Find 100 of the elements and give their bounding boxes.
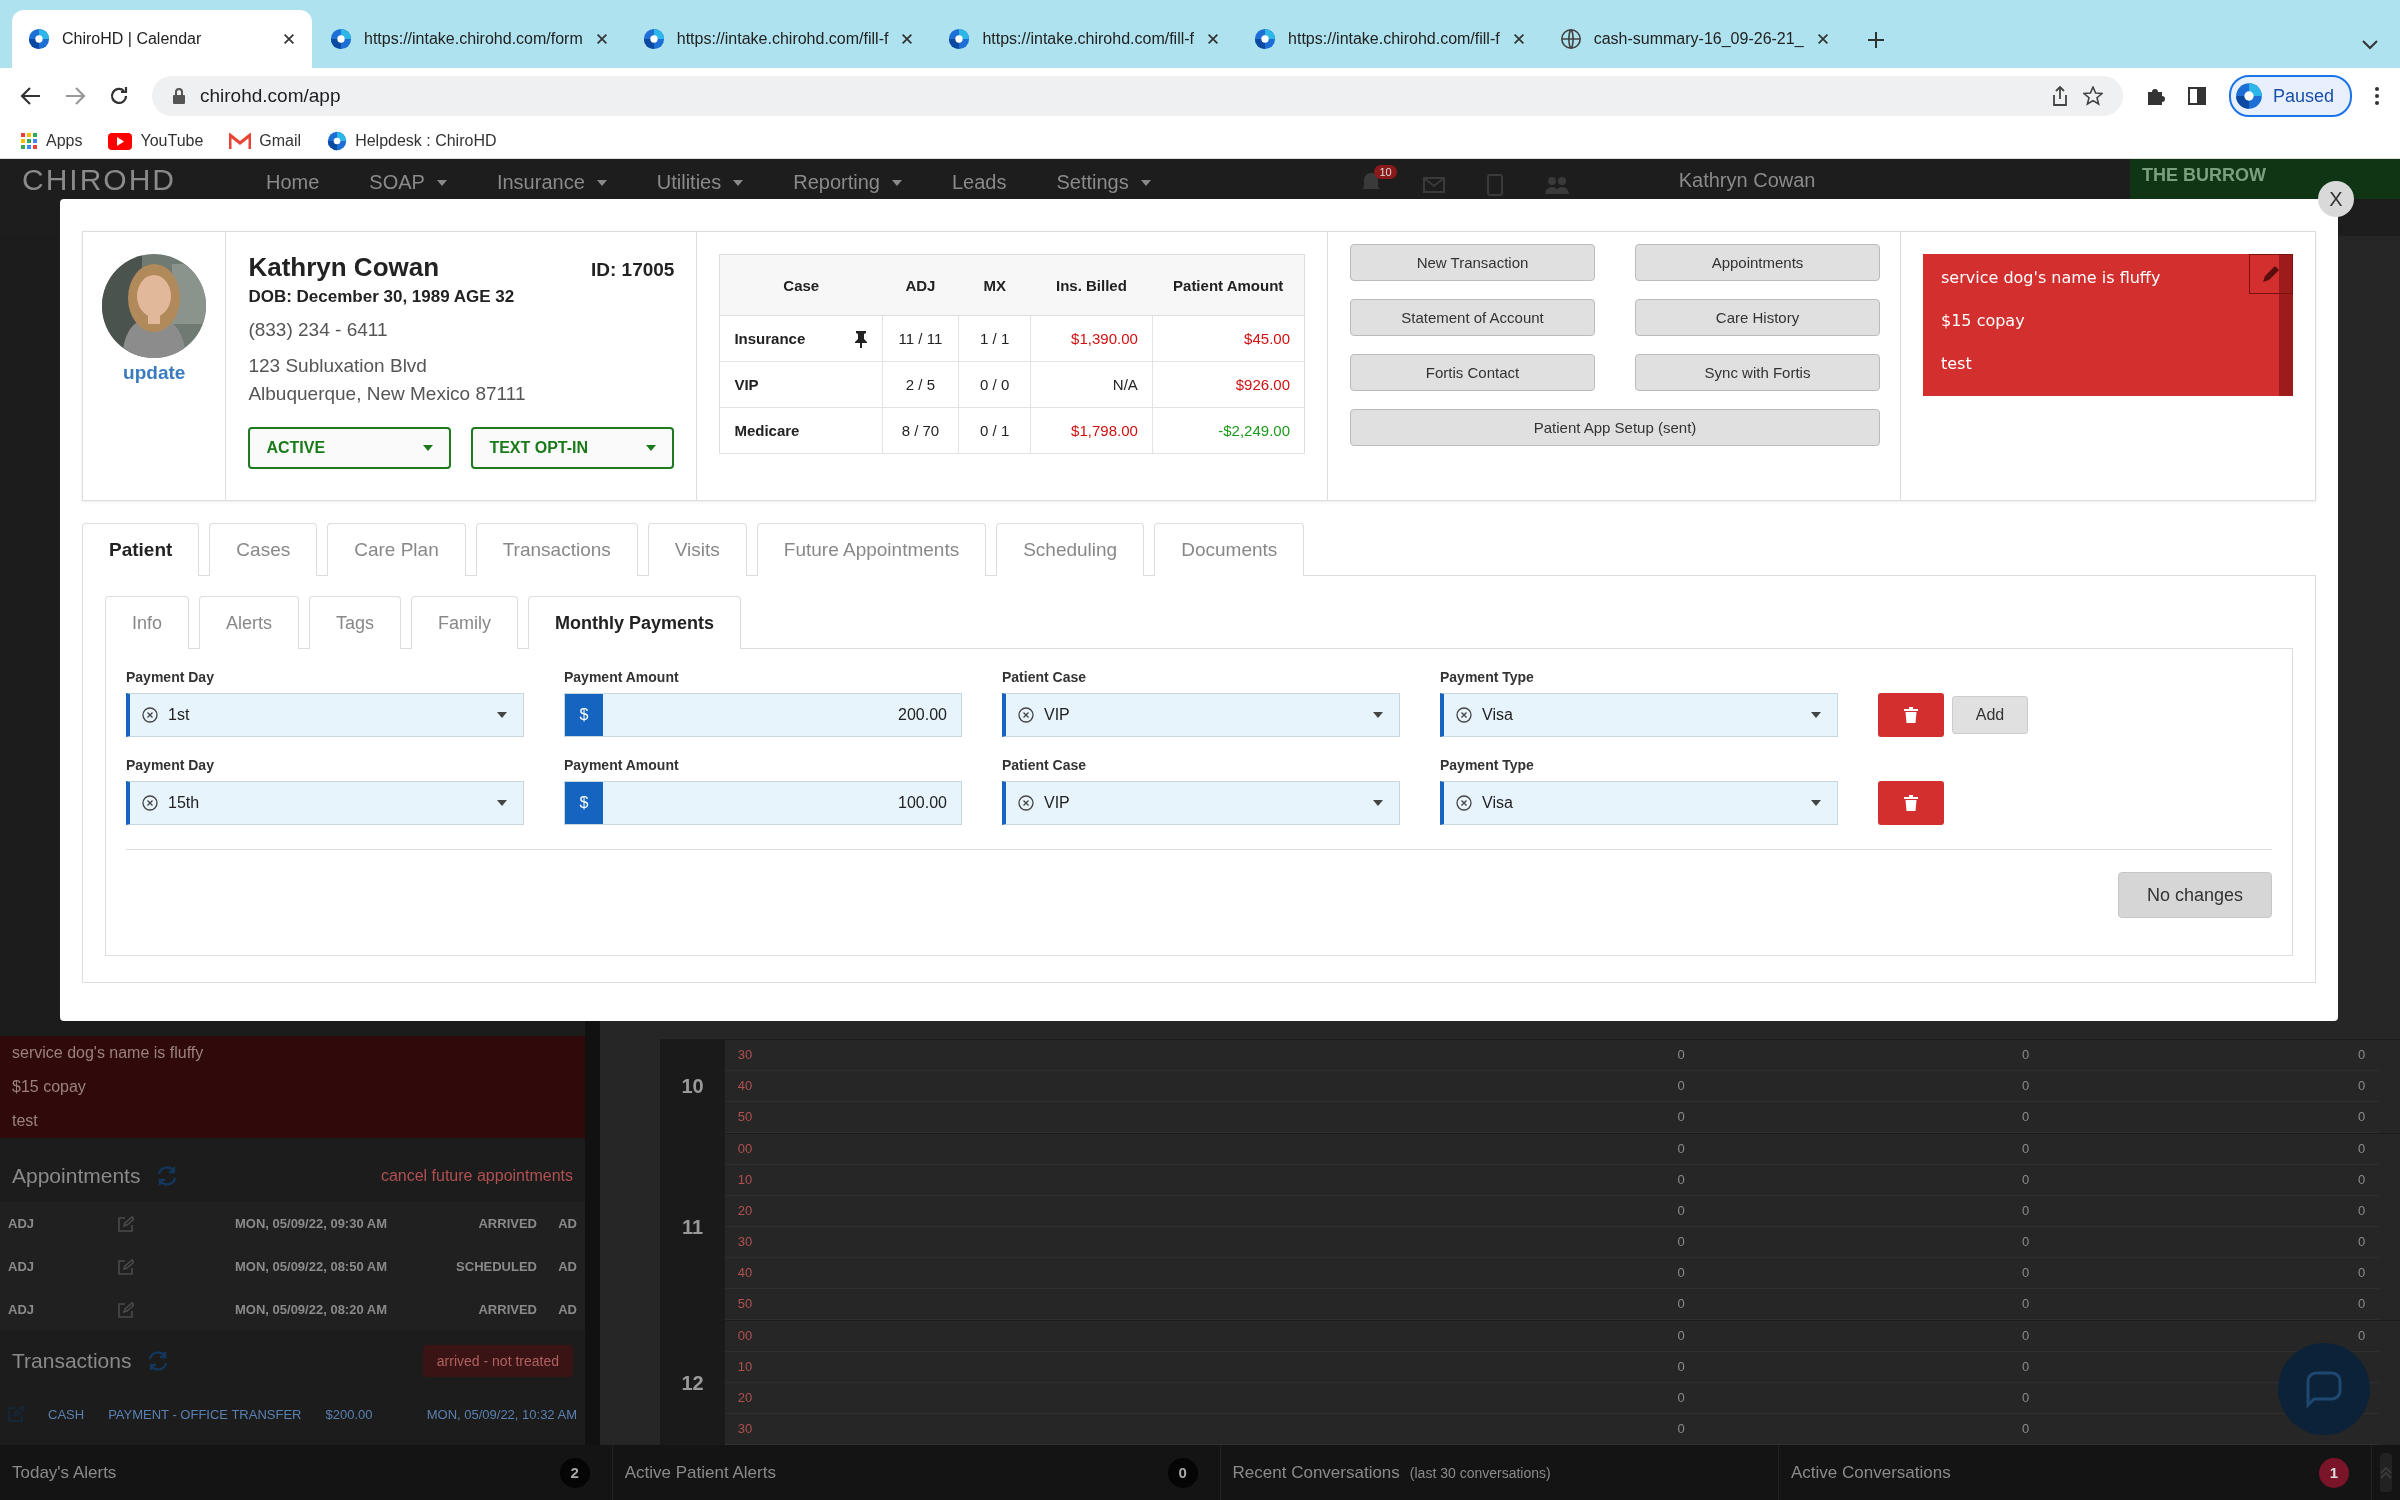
tab[interactable]: Family bbox=[411, 596, 519, 649]
action-button[interactable]: Care History bbox=[1635, 299, 1880, 336]
menu-icon[interactable] bbox=[2374, 86, 2380, 106]
tab[interactable]: Patient bbox=[82, 523, 200, 576]
panel-title[interactable]: Active Conversations bbox=[1791, 1462, 1951, 1483]
panel-title[interactable]: Today's Alerts bbox=[12, 1462, 117, 1483]
amount-field[interactable]: $ 100.00 bbox=[564, 781, 962, 825]
tab[interactable]: Future Appointments bbox=[756, 523, 987, 576]
text-opt-dropdown[interactable]: TEXT OPT-IN bbox=[471, 427, 675, 469]
transaction-description: PAYMENT - OFFICE TRANSFER bbox=[108, 1406, 302, 1422]
reload-icon[interactable] bbox=[108, 85, 130, 107]
chevron-down-icon[interactable] bbox=[2362, 40, 2378, 50]
panel-title[interactable]: Active Patient Alerts bbox=[624, 1462, 776, 1483]
close-icon[interactable] bbox=[282, 32, 296, 46]
field-label: Patient Case bbox=[1002, 669, 1088, 685]
select-field[interactable]: 15th bbox=[126, 781, 524, 825]
alert-note[interactable]: service dog's name is fluffy $15 copay test bbox=[1923, 254, 2293, 396]
action-button[interactable]: Sync with Fortis bbox=[1635, 354, 1880, 391]
tab[interactable]: Info bbox=[105, 596, 190, 649]
bookmark[interactable]: Gmail bbox=[229, 132, 302, 150]
amount-field[interactable]: $ 200.00 bbox=[564, 693, 962, 737]
action-button[interactable]: New Transaction bbox=[1350, 244, 1595, 281]
bookmark[interactable]: Helpdesk : ChiroHD bbox=[327, 131, 497, 151]
action-button[interactable]: Appointments bbox=[1635, 244, 1880, 281]
nav-item[interactable]: Insurance bbox=[496, 165, 607, 194]
note-line: test bbox=[12, 1112, 39, 1130]
address-field[interactable]: chirohd.com/app bbox=[152, 76, 2123, 116]
close-icon[interactable] bbox=[1511, 32, 1526, 46]
column-header: Ins. Billed bbox=[1030, 254, 1153, 316]
browser-tab[interactable]: https://intake.chirohd.com/fill-f bbox=[1238, 10, 1542, 68]
nav-item[interactable]: SOAP bbox=[369, 165, 447, 194]
clear-icon[interactable] bbox=[1018, 707, 1034, 723]
nav-item[interactable]: Leads bbox=[951, 165, 1007, 194]
close-icon[interactable] bbox=[1815, 32, 1830, 46]
bookmark[interactable]: Apps bbox=[20, 132, 83, 150]
slot-count: 0 bbox=[1676, 1295, 1686, 1313]
action-button[interactable]: Statement of Account bbox=[1350, 299, 1595, 336]
appointment-type: ADJ bbox=[8, 1302, 35, 1317]
minute-label: 20 bbox=[736, 1202, 754, 1220]
table-cell: 1 / 1 bbox=[958, 315, 1031, 362]
nav-item[interactable]: Utilities bbox=[656, 165, 744, 194]
delete-button[interactable] bbox=[1878, 693, 1944, 737]
tab[interactable]: Care Plan bbox=[327, 523, 466, 576]
clear-icon[interactable] bbox=[1018, 795, 1034, 811]
tab[interactable]: Transactions bbox=[475, 523, 638, 576]
close-icon[interactable] bbox=[594, 32, 609, 46]
browser-tab[interactable]: cash-summary-16_09-26-21_ bbox=[1543, 10, 1846, 68]
clear-icon[interactable] bbox=[1456, 795, 1472, 811]
browser-tab[interactable]: https://intake.chirohd.com/fill-f bbox=[932, 10, 1237, 68]
slot-count: 0 bbox=[2020, 1140, 2031, 1158]
tab[interactable]: Alerts bbox=[199, 596, 300, 649]
action-button[interactable]: Fortis Contact bbox=[1350, 354, 1595, 391]
profile-button[interactable]: Paused bbox=[2228, 75, 2352, 117]
tab[interactable]: Scheduling bbox=[996, 523, 1145, 576]
tab[interactable]: Tags bbox=[309, 596, 402, 649]
clear-icon[interactable] bbox=[142, 707, 158, 723]
browser-tab[interactable]: https://intake.chirohd.com/fill-f bbox=[626, 10, 931, 68]
add-button[interactable]: Add bbox=[1952, 696, 2028, 734]
slot-count: 0 bbox=[1676, 1327, 1686, 1345]
forward-icon[interactable] bbox=[64, 85, 86, 107]
nav-item[interactable]: Reporting bbox=[793, 165, 902, 194]
close-icon[interactable] bbox=[1206, 32, 1221, 46]
appointment-type: ADJ bbox=[8, 1216, 35, 1231]
star-icon[interactable] bbox=[2082, 86, 2103, 106]
sidebar-icon[interactable] bbox=[2186, 86, 2207, 106]
column-header: Patient Amount bbox=[1152, 254, 1305, 316]
status-button[interactable]: arrived - not treated bbox=[422, 1345, 573, 1377]
status-dropdown[interactable]: ACTIVE bbox=[248, 427, 452, 469]
select-field[interactable]: Visa bbox=[1440, 693, 1838, 737]
tab[interactable]: Documents bbox=[1154, 523, 1305, 576]
action-button[interactable]: Patient App Setup (sent) bbox=[1350, 409, 1880, 446]
select-field[interactable]: 1st bbox=[126, 693, 524, 737]
nav-item[interactable]: Settings bbox=[1056, 165, 1151, 194]
new-tab-icon[interactable] bbox=[1865, 30, 1886, 50]
minute-label: 30 bbox=[736, 1233, 754, 1251]
select-field[interactable]: VIP bbox=[1002, 781, 1400, 825]
share-icon[interactable] bbox=[2050, 86, 2069, 106]
back-icon[interactable] bbox=[20, 85, 42, 107]
select-field[interactable]: Visa bbox=[1440, 781, 1838, 825]
delete-button[interactable] bbox=[1878, 781, 1944, 825]
select-field[interactable]: VIP bbox=[1002, 693, 1400, 737]
nav-item[interactable]: Home bbox=[266, 165, 320, 194]
patient-id: ID: 17005 bbox=[590, 259, 675, 281]
user-name[interactable]: Kathryn Cowan bbox=[1678, 165, 1816, 192]
clear-icon[interactable] bbox=[142, 795, 158, 811]
clear-icon[interactable] bbox=[1456, 707, 1472, 723]
update-link[interactable]: update bbox=[123, 362, 186, 384]
pen-icon[interactable] bbox=[2261, 264, 2281, 284]
panel-title[interactable]: Recent Conversations bbox=[1232, 1462, 1400, 1483]
tab[interactable]: Monthly Payments bbox=[528, 596, 742, 649]
tab[interactable]: Visits bbox=[647, 523, 747, 576]
field-label: Payment Type bbox=[1440, 757, 1535, 773]
note-line: service dog's name is fluffy bbox=[12, 1044, 205, 1062]
caret-icon bbox=[1373, 712, 1383, 718]
browser-tab[interactable]: ChiroHD | Calendar bbox=[12, 10, 312, 68]
close-icon[interactable] bbox=[900, 32, 915, 46]
date-of-birth: DOB: December 30, 1989 AGE 32 bbox=[248, 287, 516, 307]
bookmark[interactable]: YouTube bbox=[108, 132, 204, 150]
browser-tab[interactable]: https://intake.chirohd.com/form bbox=[314, 10, 625, 68]
tab[interactable]: Cases bbox=[209, 523, 318, 576]
